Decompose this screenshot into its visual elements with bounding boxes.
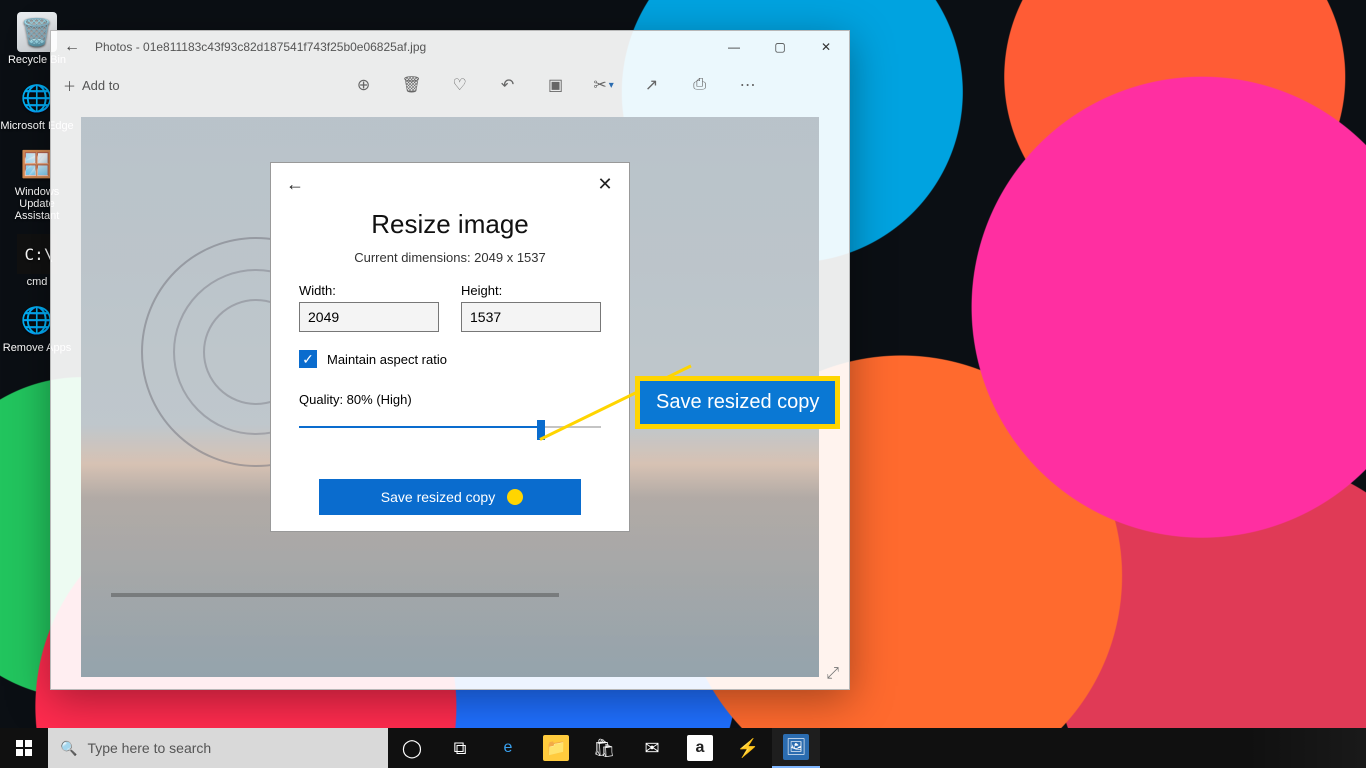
width-input[interactable]	[299, 302, 439, 332]
taskbar-app-lightning[interactable]: ⚡	[724, 728, 772, 768]
store-icon: 🛍	[593, 738, 616, 759]
amazon-icon: a	[687, 735, 713, 761]
dialog-current-dimensions: Current dimensions: 2049 x 1537	[271, 250, 629, 265]
maintain-aspect-checkbox[interactable]: ✓ Maintain aspect ratio	[299, 350, 601, 368]
height-input[interactable]	[461, 302, 601, 332]
callout-text: Save resized copy	[656, 391, 819, 413]
taskbar-edge[interactable]: e	[484, 728, 532, 768]
window-minimize-button[interactable]: —	[711, 31, 757, 63]
annotation-callout: Save resized copy	[635, 376, 840, 429]
taskbar-store[interactable]: 🛍	[580, 728, 628, 768]
quality-slider[interactable]	[299, 417, 601, 437]
quality-label: Quality: 80% (High)	[299, 392, 601, 407]
back-button[interactable]: ←	[51, 38, 93, 56]
taskbar-file-explorer[interactable]: 📁	[532, 728, 580, 768]
rotate-button[interactable]: ↶	[484, 75, 532, 95]
image-content-pier	[111, 593, 559, 597]
titlebar: ← Photos - 01e811183c43f93c82d187541f743…	[51, 31, 849, 63]
save-resized-copy-button[interactable]: Save resized copy	[319, 479, 581, 515]
task-view-icon: ⧉	[454, 738, 467, 759]
folder-icon: 📁	[543, 735, 569, 761]
system-tray[interactable]	[1246, 728, 1366, 768]
taskbar-search[interactable]: 🔍 Type here to search	[48, 728, 388, 768]
rotate-icon: ↶	[501, 77, 514, 94]
slider-track	[299, 426, 601, 428]
windows-logo-icon	[16, 740, 32, 756]
height-label: Height:	[461, 283, 601, 298]
window-maximize-button[interactable]: ▢	[757, 31, 803, 63]
desktop: 🗑️ Recycle Bin 🌐 Microsoft Edge 🪟 Window…	[0, 0, 1366, 768]
lightning-icon: ⚡	[737, 738, 759, 759]
mail-icon: ✉	[644, 738, 659, 759]
add-to-button[interactable]: ＋ Add to	[51, 76, 120, 95]
window-close-button[interactable]: ✕	[803, 31, 849, 63]
taskbar: 🔍 Type here to search ◯ ⧉ e 📁 🛍 ✉ a ⚡ 🖼	[0, 728, 1366, 768]
trash-icon: 🗑	[401, 77, 421, 94]
maintain-aspect-label: Maintain aspect ratio	[327, 352, 447, 367]
taskbar-mail[interactable]: ✉	[628, 728, 676, 768]
ellipsis-icon: ⋯	[740, 77, 756, 94]
toolbar: ＋ Add to ⊕ 🗑 ♡ ↶ ▣ ✂ ▾ ↗ ⎙ ⋯	[51, 63, 849, 107]
zoom-icon: ⊕	[357, 77, 370, 94]
resize-dialog: ← ✕ Resize image Current dimensions: 204…	[270, 162, 630, 532]
taskbar-cortana[interactable]: ◯	[388, 728, 436, 768]
print-button[interactable]: ⎙	[676, 76, 724, 94]
taskbar-photos[interactable]: 🖼	[772, 728, 820, 768]
heart-icon: ♡	[452, 77, 466, 94]
plus-icon: ＋	[63, 76, 76, 95]
edit-menu-button[interactable]: ✂ ▾	[580, 75, 628, 95]
dialog-close-button[interactable]: ✕	[593, 174, 617, 195]
print-icon: ⎙	[693, 76, 706, 93]
search-placeholder: Type here to search	[87, 740, 211, 756]
edge-icon: e	[495, 735, 521, 761]
save-button-label: Save resized copy	[381, 489, 495, 505]
slider-fill	[299, 426, 541, 428]
share-button[interactable]: ↗	[628, 75, 676, 95]
cortana-icon: ◯	[402, 738, 422, 759]
share-icon: ↗	[645, 77, 658, 94]
width-label: Width:	[299, 283, 439, 298]
dialog-back-button[interactable]: ←	[283, 174, 307, 195]
search-icon: 🔍	[60, 740, 77, 757]
taskbar-task-view[interactable]: ⧉	[436, 728, 484, 768]
annotation-dot	[507, 489, 523, 505]
chevron-down-icon: ▾	[609, 80, 614, 91]
favorite-button[interactable]: ♡	[436, 75, 484, 95]
more-button[interactable]: ⋯	[724, 75, 772, 95]
edit-icon: ✂	[593, 75, 606, 95]
dialog-title: Resize image	[271, 209, 629, 240]
crop-button[interactable]: ▣	[532, 75, 580, 95]
taskbar-amazon[interactable]: a	[676, 728, 724, 768]
window-title: Photos - 01e811183c43f93c82d187541f743f2…	[95, 40, 711, 54]
fullscreen-button[interactable]: ⤢	[826, 665, 839, 683]
checkbox-checked-icon: ✓	[299, 350, 317, 368]
zoom-button[interactable]: ⊕	[340, 75, 388, 95]
add-to-label: Add to	[82, 78, 120, 93]
start-button[interactable]	[0, 728, 48, 768]
delete-button[interactable]: 🗑	[388, 75, 436, 95]
photos-icon: 🖼	[783, 734, 809, 760]
crop-icon: ▣	[548, 77, 563, 94]
